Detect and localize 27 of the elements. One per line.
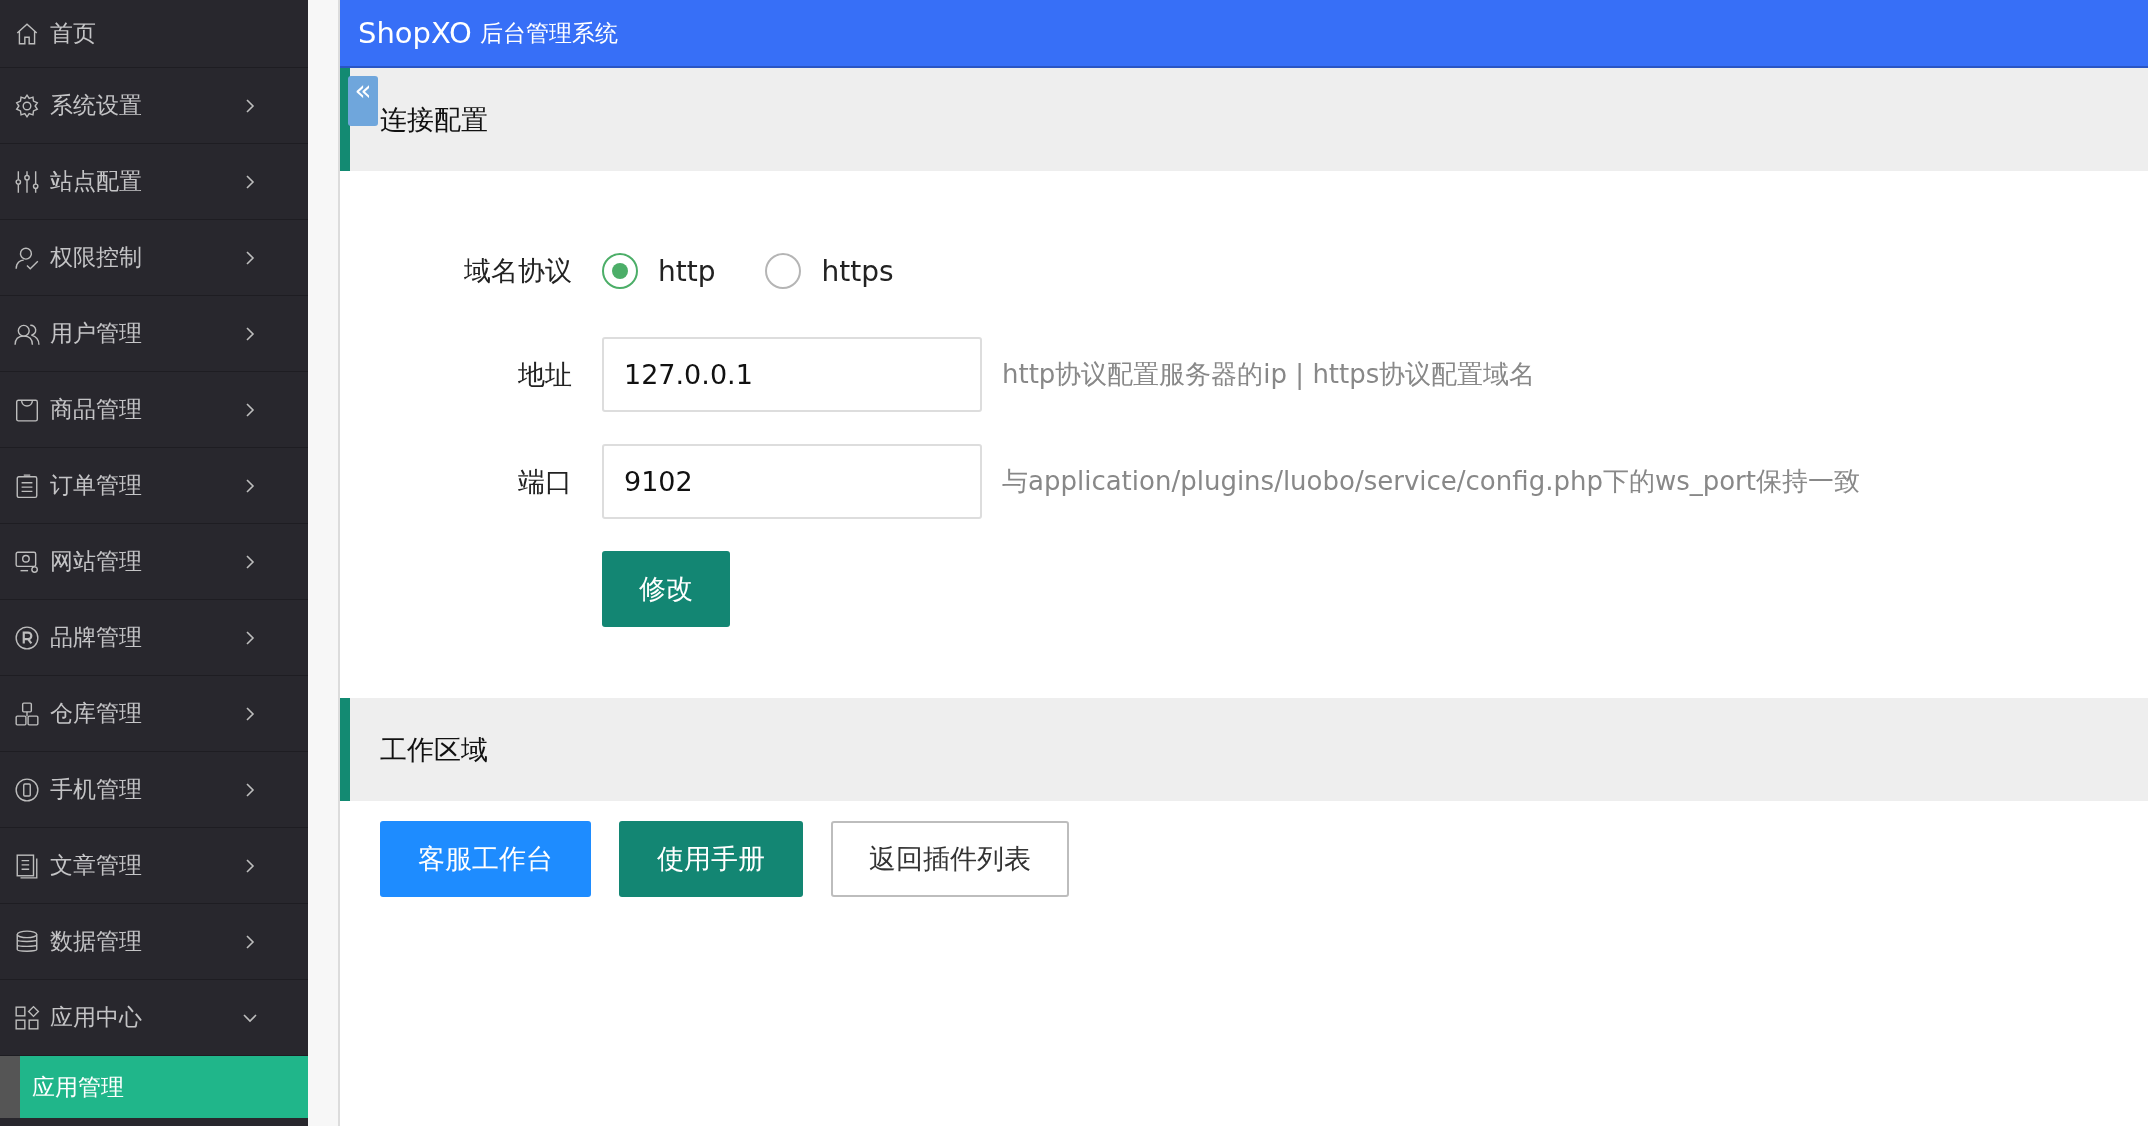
- phone-icon: [14, 776, 40, 803]
- radio-icon[interactable]: [765, 253, 802, 289]
- submit-button[interactable]: 修改: [602, 551, 730, 627]
- boxes-icon: [14, 700, 40, 727]
- registered-icon: [14, 624, 40, 651]
- sliders-icon: [14, 168, 40, 195]
- settings-icon: [14, 92, 40, 119]
- field-label: 域名协议: [463, 254, 573, 288]
- apps-icon: [14, 1004, 40, 1031]
- field-label: 地址: [517, 357, 573, 392]
- radio-option[interactable]: http: [602, 253, 716, 289]
- action-button[interactable]: 使用手册: [619, 821, 803, 897]
- database-icon: [14, 928, 40, 955]
- field-label: 端口: [517, 464, 573, 499]
- field-hint: 与application/plugins/luobo/service/config.php下的ws_port保持一致: [1002, 465, 1860, 498]
- text-field[interactable]: 127.0.0.1: [602, 337, 982, 412]
- app-subtitle: 后台管理系统: [479, 18, 618, 48]
- action-button[interactable]: 返回插件列表: [831, 821, 1069, 897]
- brand-title: ShopXO: [358, 16, 472, 50]
- document-icon: [14, 852, 40, 879]
- selection-indicator: [0, 1056, 20, 1118]
- section-header: 工作区域: [340, 698, 2148, 801]
- radio-icon[interactable]: [602, 253, 638, 289]
- field-hint: http协议配置服务器的ip | https协议配置域名: [1002, 358, 1536, 392]
- list-icon: [14, 472, 40, 499]
- radio-option[interactable]: https: [765, 253, 894, 289]
- text-field[interactable]: 9102: [602, 444, 982, 519]
